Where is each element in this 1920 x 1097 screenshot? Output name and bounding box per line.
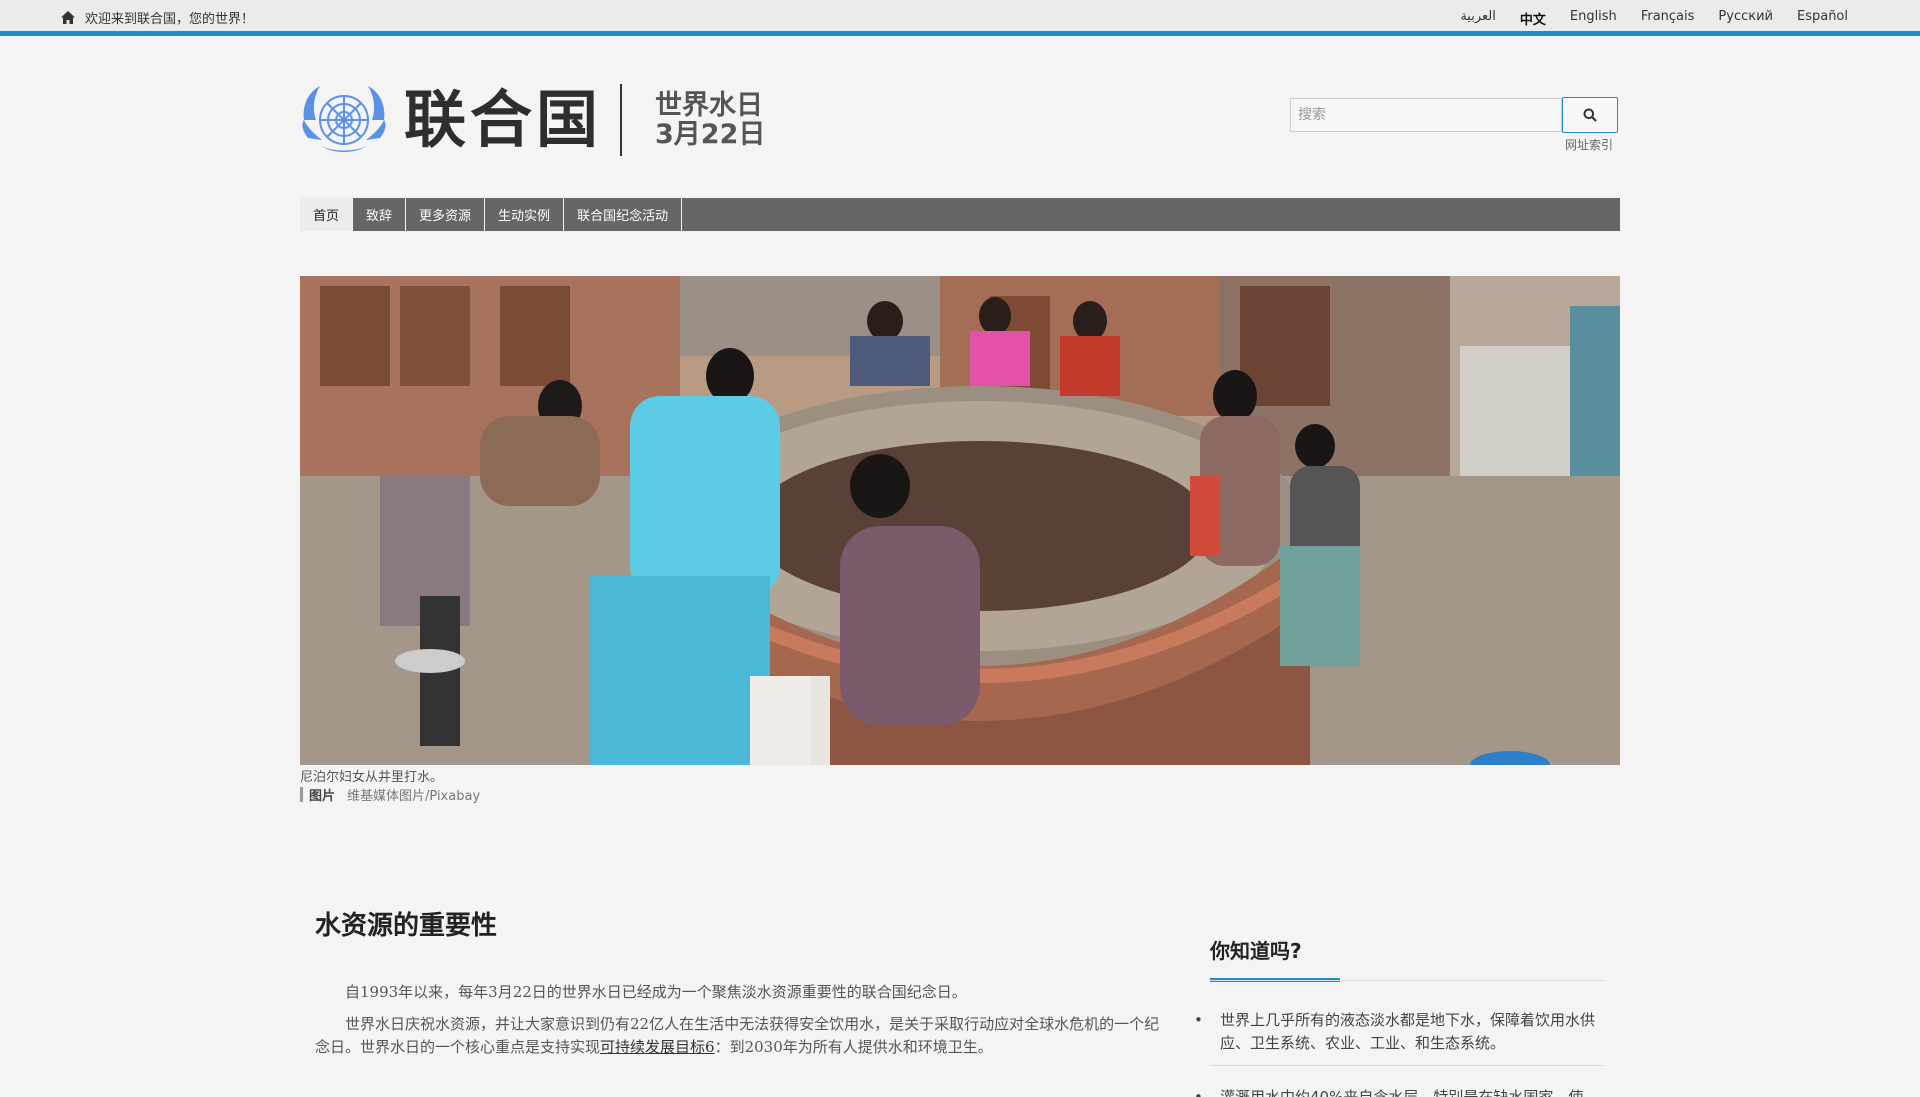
hero-image bbox=[300, 276, 1620, 765]
title-rule bbox=[1210, 980, 1605, 981]
main-nav: 首页 致辞 更多资源 生动实例 联合国纪念活动 bbox=[300, 198, 1620, 231]
nav-messages[interactable]: 致辞 bbox=[353, 198, 407, 231]
event-title: 世界水日 3月22日 bbox=[655, 91, 765, 149]
did-you-know-title: 你知道吗? bbox=[1210, 939, 1302, 963]
search-input[interactable] bbox=[1290, 98, 1562, 132]
credit-label: 图片 bbox=[309, 789, 336, 804]
language-switcher: العربية 中文 English Français Русский Espa… bbox=[1436, 9, 1848, 28]
nav-un-observances[interactable]: 联合国纪念活动 bbox=[564, 198, 683, 231]
credit-bar bbox=[300, 787, 303, 802]
lang-arabic[interactable]: العربية bbox=[1460, 9, 1496, 28]
lang-spanish[interactable]: Español bbox=[1797, 9, 1848, 28]
fact-item: 灌溉用水中约40%来自含水层，特别是在缺水国家，使 bbox=[1194, 1086, 1605, 1097]
top-bar: 欢迎来到联合国，您的世界！ العربية 中文 English Françai… bbox=[0, 0, 1920, 36]
nav-stories[interactable]: 生动实例 bbox=[485, 198, 565, 231]
site-header: 联合国 世界水日 3月22日 bbox=[296, 80, 765, 160]
search-icon bbox=[1583, 108, 1597, 122]
article-title: 水资源的重要性 bbox=[315, 911, 498, 941]
nav-resources[interactable]: 更多资源 bbox=[406, 198, 486, 231]
header-divider bbox=[620, 84, 623, 156]
credit-text: 维基媒体图片/Pixabay bbox=[347, 789, 481, 804]
welcome-text: 欢迎来到联合国，您的世界！ bbox=[85, 12, 255, 27]
sdg6-link[interactable]: 可持续发展目标6 bbox=[600, 1038, 715, 1056]
sitemap-link[interactable]: 网址索引 bbox=[1565, 136, 1613, 153]
lang-english[interactable]: English bbox=[1570, 9, 1617, 28]
nav-home[interactable]: 首页 bbox=[300, 198, 354, 231]
image-credit: 图片 维基媒体图片/Pixabay bbox=[300, 785, 480, 804]
search-button[interactable] bbox=[1562, 97, 1618, 133]
did-you-know-panel: 你知道吗? 世界上几乎所有的液态淡水都是地下水，保障着饮用水供应、卫生系统、农业… bbox=[1194, 935, 1605, 1097]
org-name[interactable]: 联合国 bbox=[404, 80, 602, 160]
fact-list: 世界上几乎所有的液态淡水都是地下水，保障着饮用水供应、卫生系统、农业、工业、和生… bbox=[1194, 1009, 1605, 1097]
article-paragraph-1: 自1993年以来，每年3月22日的世界水日已经成为一个聚焦淡水资源重要性的联合国… bbox=[345, 983, 967, 1001]
welcome-message: 欢迎来到联合国，您的世界！ bbox=[60, 8, 254, 27]
para2-text-after: ：到2030年为所有人提供水和环境卫生。 bbox=[714, 1038, 993, 1056]
event-name: 世界水日 bbox=[655, 90, 764, 121]
fact-item: 世界上几乎所有的液态淡水都是地下水，保障着饮用水供应、卫生系统、农业、工业、和生… bbox=[1194, 1009, 1605, 1066]
un-emblem-icon[interactable] bbox=[296, 80, 392, 160]
event-date: 3月22日 bbox=[655, 119, 766, 150]
article-paragraph-2: 世界水日庆祝水资源，并让大家意识到仍有22亿人在生活中无法获得安全饮用水，是关于… bbox=[315, 1013, 1168, 1059]
search-box bbox=[1290, 97, 1618, 134]
lang-chinese[interactable]: 中文 bbox=[1520, 9, 1546, 28]
image-caption: 尼泊尔妇女从井里打水。 bbox=[300, 770, 444, 785]
lang-french[interactable]: Français bbox=[1641, 9, 1695, 28]
home-icon[interactable] bbox=[60, 10, 76, 26]
lang-russian[interactable]: Русский bbox=[1718, 9, 1773, 28]
